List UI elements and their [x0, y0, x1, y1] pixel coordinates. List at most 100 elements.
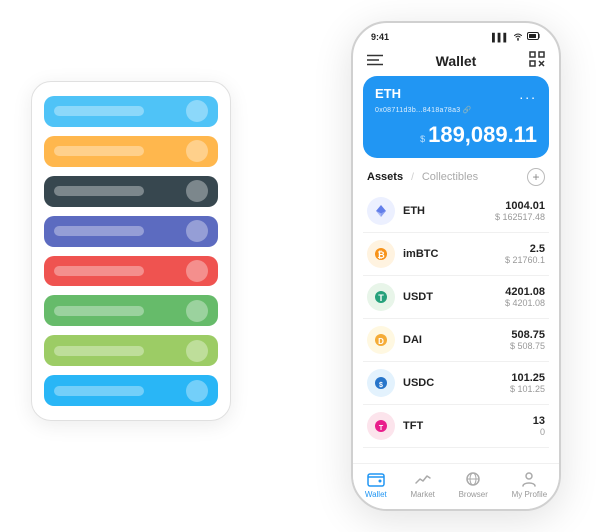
tab-slash: /	[411, 172, 414, 183]
wallet-nav-label: Wallet	[365, 490, 387, 499]
market-nav-icon	[413, 470, 433, 488]
tft-token-usd: 0	[533, 427, 545, 437]
imbtc-token-icon: ₿	[367, 240, 395, 268]
asset-item-tft[interactable]: T TFT 13 0	[363, 405, 549, 448]
card-icon	[186, 180, 208, 202]
card-icon	[186, 300, 208, 322]
tab-assets[interactable]: Assets	[367, 171, 403, 183]
nav-browser[interactable]: Browser	[459, 470, 488, 499]
imbtc-token-usd: $ 21760.1	[505, 255, 545, 265]
eth-token-amounts: 1004.01 $ 162517.48	[495, 200, 545, 222]
dai-token-icon: D	[367, 326, 395, 354]
usdc-token-usd: $ 101.25	[510, 384, 545, 394]
card-icon	[186, 380, 208, 402]
imbtc-token-name: imBTC	[403, 248, 505, 260]
usdc-token-amount: 101.25	[510, 372, 545, 384]
card-icon	[186, 140, 208, 162]
card-green[interactable]	[44, 295, 218, 326]
wallet-nav-icon	[366, 470, 386, 488]
asset-item-usdc[interactable]: $ USDC 101.25 $ 101.25	[363, 362, 549, 405]
usdt-token-usd: $ 4201.08	[505, 298, 545, 308]
nav-market[interactable]: Market	[410, 470, 434, 499]
card-dark[interactable]	[44, 176, 218, 207]
tft-token-name: TFT	[403, 420, 533, 432]
tft-token-icon: T	[367, 412, 395, 440]
eth-card-label: ETH	[375, 86, 401, 101]
asset-item-eth[interactable]: ETH 1004.01 $ 162517.48	[363, 190, 549, 233]
phone: 9:41 ▌▌▌	[351, 21, 561, 511]
card-bar	[54, 306, 144, 316]
card-red[interactable]	[44, 256, 218, 287]
asset-item-imbtc[interactable]: ₿ imBTC 2.5 $ 21760.1	[363, 233, 549, 276]
menu-icon[interactable]	[367, 53, 383, 69]
nav-wallet[interactable]: Wallet	[365, 470, 387, 499]
card-purple[interactable]	[44, 216, 218, 247]
nav-profile[interactable]: My Profile	[512, 470, 548, 499]
card-blue[interactable]	[44, 96, 218, 127]
scan-icon[interactable]	[529, 51, 545, 70]
usdt-token-icon: T	[367, 283, 395, 311]
card-bar	[54, 386, 144, 396]
bottom-nav: Wallet Market Browser	[353, 463, 559, 509]
svg-text:₿: ₿	[377, 250, 384, 260]
status-icons: ▌▌▌	[492, 31, 541, 43]
card-icon	[186, 260, 208, 282]
assets-tabs-left: Assets / Collectibles	[367, 171, 478, 183]
eth-card[interactable]: ETH ... 0x08711d3b...8418a78a3 🔗 $ 189,0…	[363, 76, 549, 158]
asset-list: ETH 1004.01 $ 162517.48 ₿ imBTC 2.5 $ 21…	[353, 190, 559, 463]
browser-nav-label: Browser	[459, 490, 488, 499]
card-bar	[54, 146, 144, 156]
page-title: Wallet	[436, 53, 477, 69]
card-lightgreen[interactable]	[44, 335, 218, 366]
dai-token-amounts: 508.75 $ 508.75	[510, 329, 545, 351]
card-bar	[54, 106, 144, 116]
tft-token-amount: 13	[533, 415, 545, 427]
time-display: 9:41	[371, 32, 389, 42]
card-icon	[186, 220, 208, 242]
assets-tabs: Assets / Collectibles +	[353, 166, 559, 190]
eth-token-usd: $ 162517.48	[495, 212, 545, 222]
svg-text:T: T	[378, 293, 384, 303]
signal-icon: ▌▌▌	[492, 33, 509, 42]
browser-nav-icon	[463, 470, 483, 488]
eth-balance: 189,089.11	[428, 122, 537, 148]
dai-token-name: DAI	[403, 334, 510, 346]
eth-token-amount: 1004.01	[495, 200, 545, 212]
phone-header: Wallet	[353, 47, 559, 76]
status-bar: 9:41 ▌▌▌	[353, 23, 559, 47]
svg-text:$: $	[379, 382, 383, 389]
scene: 9:41 ▌▌▌	[21, 21, 581, 511]
card-bar	[54, 266, 144, 276]
imbtc-token-amount: 2.5	[505, 243, 545, 255]
profile-nav-icon	[519, 470, 539, 488]
usdc-token-icon: $	[367, 369, 395, 397]
left-panel	[31, 81, 231, 421]
usdt-token-name: USDT	[403, 291, 505, 303]
eth-token-name: ETH	[403, 205, 495, 217]
profile-nav-label: My Profile	[512, 490, 548, 499]
card-icon	[186, 340, 208, 362]
asset-item-dai[interactable]: D DAI 508.75 $ 508.75	[363, 319, 549, 362]
card-bar	[54, 346, 144, 356]
card-lightblue[interactable]	[44, 375, 218, 406]
usdc-token-name: USDC	[403, 377, 510, 389]
eth-address: 0x08711d3b...8418a78a3 🔗	[375, 106, 537, 114]
svg-text:D: D	[378, 337, 384, 346]
dai-token-usd: $ 508.75	[510, 341, 545, 351]
eth-token-icon	[367, 197, 395, 225]
eth-card-menu[interactable]: ...	[519, 86, 537, 102]
card-orange[interactable]	[44, 136, 218, 167]
card-bar	[54, 226, 144, 236]
usdt-token-amounts: 4201.08 $ 4201.08	[505, 286, 545, 308]
wifi-icon	[512, 31, 524, 43]
tab-collectibles[interactable]: Collectibles	[422, 171, 478, 183]
asset-item-usdt[interactable]: T USDT 4201.08 $ 4201.08	[363, 276, 549, 319]
dai-token-amount: 508.75	[510, 329, 545, 341]
tft-token-amounts: 13 0	[533, 415, 545, 437]
usdc-token-amounts: 101.25 $ 101.25	[510, 372, 545, 394]
eth-card-top: ETH ...	[375, 86, 537, 102]
market-nav-label: Market	[410, 490, 434, 499]
usdt-token-amount: 4201.08	[505, 286, 545, 298]
add-asset-button[interactable]: +	[527, 168, 545, 186]
svg-text:T: T	[379, 425, 384, 432]
